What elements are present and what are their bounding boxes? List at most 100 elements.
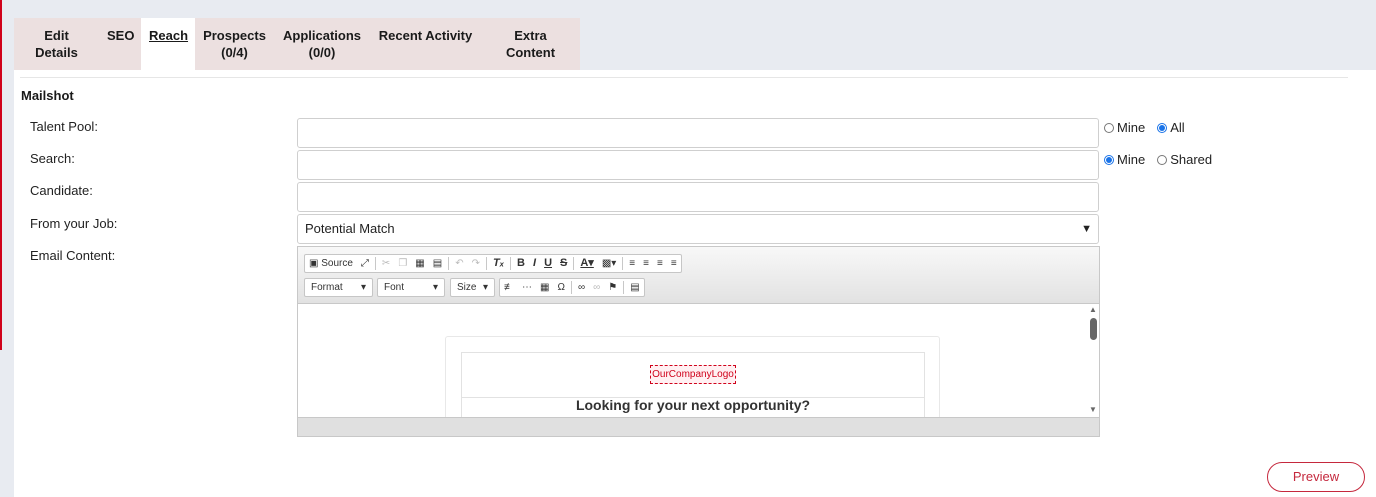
background-color-icon[interactable]: ▩▾	[598, 255, 620, 272]
email-content-label: Email Content:	[30, 248, 116, 263]
copy-icon[interactable]: ❐	[394, 255, 411, 272]
email-editor: ▣ Source ⤢ ✂ ❐ ▦ ▤ ↶ ↷ Tₓ B I U S A▾ ▩▾ …	[297, 246, 1100, 437]
section-title: Mailshot	[21, 88, 74, 103]
maximize-icon[interactable]: ⤢	[357, 255, 373, 272]
align-center-icon[interactable]: ≡	[639, 255, 653, 272]
size-combo[interactable]: Size ▾	[450, 278, 495, 297]
image-icon[interactable]: ▤	[626, 279, 643, 296]
chevron-down-icon: ▾	[360, 282, 366, 293]
reach-panel: Mailshot Talent Pool: Mine All Search: M…	[14, 70, 1376, 497]
source-button[interactable]: ▣ Source	[305, 255, 357, 272]
editor-content[interactable]: OurCompanyLogo Looking for your next opp…	[298, 304, 1099, 417]
radio-icon	[1104, 122, 1114, 133]
tab-label: Reach	[149, 28, 189, 43]
tab-count: (0/0)	[308, 45, 336, 60]
job-label: From your Job:	[30, 216, 118, 231]
radio-label: Mine	[1117, 120, 1146, 135]
numbered-list-icon[interactable]: ≢	[500, 279, 518, 296]
tab-label: SEO	[107, 28, 135, 43]
unlink-icon[interactable]: ∞	[589, 279, 604, 296]
undo-icon[interactable]: ↶	[451, 255, 467, 272]
tab-count: (0/4)	[221, 45, 248, 60]
toolbar-separator	[573, 257, 575, 270]
tab-bar: Edit Details SEO Reach Prospects (0/4) Ap…	[14, 18, 580, 70]
preview-button[interactable]: Preview	[1267, 462, 1365, 492]
scroll-up-icon[interactable]: ▲	[1089, 305, 1097, 314]
tab-reach[interactable]: Reach	[141, 18, 195, 70]
remove-format-icon[interactable]: Tₓ	[489, 255, 508, 272]
candidate-label: Candidate:	[30, 183, 93, 198]
email-template-inner: OurCompanyLogo Looking for your next opp…	[461, 352, 925, 417]
talent-pool-input[interactable]	[297, 118, 1099, 148]
font-combo[interactable]: Font ▾	[377, 278, 445, 297]
talent-pool-mine-radio[interactable]: Mine	[1104, 120, 1145, 135]
align-right-icon[interactable]: ≡	[653, 255, 667, 272]
text-color-icon[interactable]: A▾	[576, 255, 597, 272]
chevron-down-icon: ▼	[1081, 223, 1092, 235]
radio-label: Shared	[1170, 152, 1213, 167]
editor-toolbar: ▣ Source ⤢ ✂ ❐ ▦ ▤ ↶ ↷ Tₓ B I U S A▾ ▩▾ …	[298, 247, 1099, 304]
format-label: Format	[311, 282, 343, 293]
align-justify-icon[interactable]: ≡	[667, 255, 681, 272]
job-selected-value: Potential Match	[305, 221, 395, 236]
tab-label: Applications	[282, 28, 361, 43]
search-mine-radio[interactable]: Mine	[1104, 152, 1145, 167]
email-template-card: OurCompanyLogo Looking for your next opp…	[445, 336, 940, 417]
paste-text-icon[interactable]: ▤	[429, 255, 446, 272]
editor-status-bar	[298, 417, 1099, 436]
toolbar-separator	[622, 257, 624, 270]
tab-prospects[interactable]: Prospects (0/4)	[195, 18, 274, 70]
underline-icon[interactable]: U	[540, 255, 556, 272]
tab-applications[interactable]: Applications (0/0)	[274, 18, 370, 70]
source-label: Source	[321, 258, 353, 269]
toolbar-row-1: ▣ Source ⤢ ✂ ❐ ▦ ▤ ↶ ↷ Tₓ B I U S A▾ ▩▾ …	[304, 254, 682, 273]
left-accent-bar	[0, 0, 2, 350]
tab-seo[interactable]: SEO	[99, 18, 141, 70]
toolbar-row-2: ≢ ⋯ ▦ Ω ∞ ∞ ⚑ ▤	[499, 278, 645, 297]
tab-label: Prospects	[203, 28, 266, 43]
scroll-down-icon[interactable]: ▼	[1089, 405, 1097, 414]
toolbar-separator	[485, 257, 487, 270]
format-combo[interactable]: Format ▾	[304, 278, 373, 297]
search-label: Search:	[30, 151, 75, 166]
radio-checked-icon	[1104, 154, 1114, 165]
radio-label: Mine	[1117, 152, 1146, 167]
divider	[20, 77, 1348, 78]
font-label: Font	[384, 282, 405, 293]
toolbar-separator	[510, 257, 512, 270]
cut-icon[interactable]: ✂	[378, 255, 394, 272]
talent-pool-all-radio[interactable]: All	[1157, 120, 1185, 135]
candidate-input[interactable]	[297, 182, 1099, 212]
tab-extra-content[interactable]: Extra Content	[481, 18, 580, 70]
job-select[interactable]: Potential Match ▼	[297, 214, 1099, 244]
chevron-down-icon: ▾	[482, 282, 488, 293]
editor-scrollbar[interactable]: ▲ ▼	[1087, 304, 1099, 417]
talent-pool-label: Talent Pool:	[30, 119, 98, 134]
anchor-flag-icon[interactable]: ⚑	[604, 279, 621, 296]
italic-icon[interactable]: I	[529, 255, 540, 272]
bulleted-list-icon[interactable]: ⋯	[518, 279, 536, 296]
company-logo-placeholder: OurCompanyLogo	[650, 365, 736, 384]
toolbar-separator	[570, 281, 572, 294]
strikethrough-icon[interactable]: S	[556, 255, 571, 272]
tab-recent-activity[interactable]: Recent Activity	[370, 18, 481, 70]
search-input[interactable]	[297, 150, 1099, 180]
tab-label: Extra Content	[505, 28, 556, 60]
link-icon[interactable]: ∞	[574, 279, 589, 296]
scroll-thumb[interactable]	[1090, 318, 1097, 340]
search-scope: Mine Shared	[1104, 152, 1224, 167]
tab-label: Edit Details	[35, 28, 78, 60]
tab-label: Recent Activity	[378, 28, 473, 43]
redo-icon[interactable]: ↷	[468, 255, 484, 272]
special-char-icon[interactable]: Ω	[553, 279, 568, 296]
toolbar-separator	[374, 257, 376, 270]
tab-edit-details[interactable]: Edit Details	[14, 18, 99, 70]
align-left-icon[interactable]: ≡	[625, 255, 639, 272]
talent-pool-scope: Mine All	[1104, 120, 1197, 135]
paste-icon[interactable]: ▦	[411, 255, 428, 272]
search-shared-radio[interactable]: Shared	[1157, 152, 1212, 167]
bold-icon[interactable]: B	[513, 255, 529, 272]
table-icon[interactable]: ▦	[536, 279, 553, 296]
toolbar-separator	[448, 257, 450, 270]
size-label: Size	[457, 282, 477, 293]
